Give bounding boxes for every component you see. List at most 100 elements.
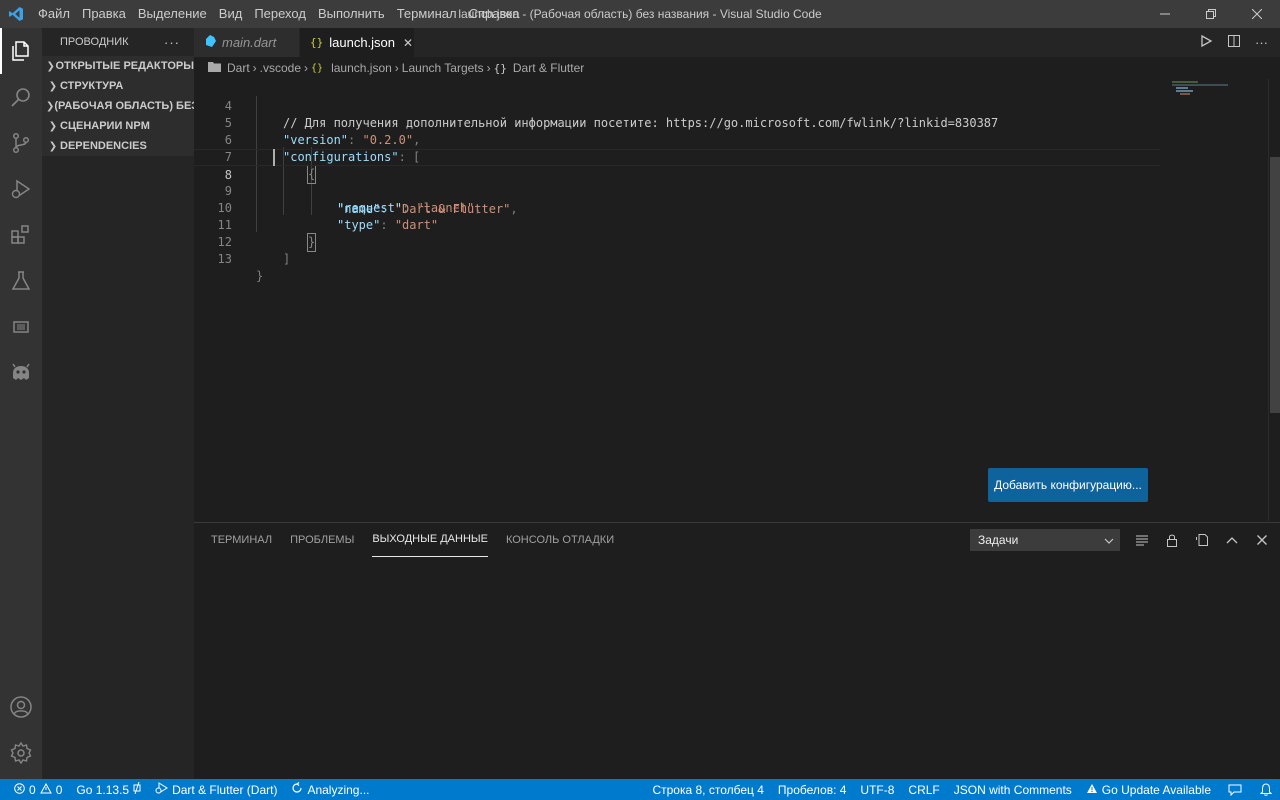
clear-output-icon[interactable] xyxy=(1134,532,1150,548)
object-symbol-icon: {} xyxy=(493,61,507,75)
menu-help[interactable]: Справка xyxy=(463,0,526,28)
notifications-bell-icon[interactable] xyxy=(1252,783,1280,796)
indentation[interactable]: Пробелов: 4 xyxy=(771,783,854,797)
section-dependencies[interactable]: ❯ DEPENDENCIES xyxy=(42,136,194,156)
explorer-sidebar: ПРОВОДНИК ··· ❯ ОТКРЫТЫЕ РЕДАКТОРЫ ❯ СТР… xyxy=(42,28,194,779)
explorer-header: ПРОВОДНИК ··· xyxy=(42,28,194,56)
search-icon[interactable] xyxy=(0,74,42,120)
code-editor[interactable]: 4 // Для получения дополнительной информ… xyxy=(194,79,1280,521)
go-version[interactable]: Go 1.13.5 xyxy=(69,781,148,797)
section-outline[interactable]: ❯ СТРУКТУРА xyxy=(42,76,194,96)
code-line: 4 // Для получения дополнительной информ… xyxy=(194,81,1160,130)
menu-terminal[interactable]: Терминал xyxy=(391,0,463,28)
tab-launch-json[interactable]: {} launch.json ✕ xyxy=(300,28,414,57)
chevron-right-icon: ❯ xyxy=(46,60,55,72)
minimap[interactable] xyxy=(1168,79,1268,521)
tab-terminal[interactable]: ТЕРМИНАЛ xyxy=(211,523,272,557)
error-icon xyxy=(14,782,25,797)
remote-bot-icon[interactable] xyxy=(0,350,42,396)
json-icon: {} xyxy=(310,36,324,49)
debug-config[interactable]: Dart & Flutter (Dart) xyxy=(148,782,284,797)
menu-go[interactable]: Переход xyxy=(248,0,312,28)
explorer-icon[interactable] xyxy=(0,28,42,74)
folder-icon xyxy=(208,61,221,75)
section-label: СЦЕНАРИИ NPM xyxy=(60,120,150,132)
account-icon[interactable] xyxy=(0,684,42,730)
scrollbar-thumb[interactable] xyxy=(1270,157,1280,413)
section-open-editors[interactable]: ❯ ОТКРЫТЫЕ РЕДАКТОРЫ xyxy=(42,56,194,76)
tab-debug-console[interactable]: КОНСОЛЬ ОТЛАДКИ xyxy=(506,523,614,557)
tab-problems[interactable]: ПРОБЛЕМЫ xyxy=(290,523,354,557)
output-list-icon[interactable] xyxy=(0,304,42,350)
lock-scroll-icon[interactable] xyxy=(1164,532,1180,548)
menu-file[interactable]: Файл xyxy=(32,0,76,28)
dart-icon xyxy=(204,35,216,50)
code-line: 5 "version": "0.2.0", xyxy=(194,98,1160,147)
tab-output[interactable]: ВЫХОДНЫЕ ДАННЫЕ xyxy=(372,523,488,557)
breadcrumb-item[interactable]: Launch Targets xyxy=(402,61,484,75)
close-tab-icon[interactable]: ✕ xyxy=(403,36,413,50)
breadcrumb-separator-icon: › xyxy=(304,61,309,75)
json-file-icon: {} xyxy=(311,62,324,74)
line-number: 13 xyxy=(217,252,232,266)
breadcrumb-item[interactable]: Dart xyxy=(227,61,250,75)
title-bar: Файл Правка Выделение Вид Переход Выполн… xyxy=(0,0,1280,28)
warning-icon xyxy=(39,782,52,797)
close-window-icon[interactable] xyxy=(1234,0,1280,28)
more-actions-icon[interactable]: ··· xyxy=(164,35,180,50)
panel-actions xyxy=(1134,523,1270,557)
code-line: 9 "request": "launch", xyxy=(194,166,1160,215)
breadcrumb-item[interactable]: .vscode xyxy=(260,61,301,75)
code-line: 7 { xyxy=(194,132,1160,184)
go-config-icon xyxy=(133,781,141,797)
editor-scrollbar[interactable] xyxy=(1268,79,1280,521)
add-configuration-button[interactable]: Добавить конфигурацию... xyxy=(988,468,1148,502)
run-debug-icon[interactable] xyxy=(0,166,42,212)
analyzing-status: Analyzing... xyxy=(284,782,376,797)
problems-indicator[interactable]: 0 0 xyxy=(0,782,69,797)
split-editor-icon[interactable] xyxy=(1227,34,1241,51)
text-cursor xyxy=(273,149,275,166)
output-channel-select[interactable]: Задачи xyxy=(970,529,1120,551)
code-line-current: 8 "name": "Dart & Flutter", xyxy=(194,149,1160,216)
menu-view[interactable]: Вид xyxy=(213,0,249,28)
section-workspace[interactable]: ❯ (РАБОЧАЯ ОБЛАСТЬ) БЕЗ ... xyxy=(42,96,194,116)
settings-gear-icon[interactable] xyxy=(0,730,42,776)
section-npm-scripts[interactable]: ❯ СЦЕНАРИИ NPM xyxy=(42,116,194,136)
feedback-icon[interactable] xyxy=(1218,784,1252,796)
section-label: DEPENDENCIES xyxy=(60,140,147,152)
chevron-right-icon: ❯ xyxy=(48,140,58,152)
more-editor-actions-icon[interactable]: ··· xyxy=(1255,35,1268,50)
extensions-icon[interactable] xyxy=(0,212,42,258)
close-panel-icon[interactable] xyxy=(1254,532,1270,548)
testing-flask-icon[interactable] xyxy=(0,258,42,304)
chevron-right-icon: ❯ xyxy=(48,120,58,132)
go-update[interactable]: Go Update Available xyxy=(1079,783,1218,797)
code-line: 13 } xyxy=(194,234,1160,283)
run-file-icon[interactable] xyxy=(1199,34,1213,51)
breadcrumb-item[interactable]: launch.json xyxy=(331,61,392,75)
cursor-position[interactable]: Строка 8, столбец 4 xyxy=(645,783,770,797)
go-version-label: Go 1.13.5 xyxy=(76,782,130,797)
warning-count: 0 xyxy=(55,782,63,797)
minimize-icon[interactable] xyxy=(1142,0,1188,28)
code-line: 10 "type": "dart" xyxy=(194,183,1160,232)
open-log-file-icon[interactable] xyxy=(1194,532,1210,548)
menu-selection[interactable]: Выделение xyxy=(132,0,213,28)
language-mode[interactable]: JSON with Comments xyxy=(947,783,1079,797)
breadcrumb-separator-icon: › xyxy=(252,61,257,75)
chevron-right-icon: ❯ xyxy=(48,80,58,92)
maximize-panel-icon[interactable] xyxy=(1224,532,1240,548)
menu-edit[interactable]: Правка xyxy=(76,0,132,28)
breadcrumb-item[interactable]: Dart & Flutter xyxy=(513,61,584,75)
tab-label: launch.json xyxy=(329,35,396,50)
editor-tabs: main.dart {} launch.json ✕ ··· xyxy=(194,28,1280,57)
tab-main-dart[interactable]: main.dart xyxy=(194,28,300,57)
encoding[interactable]: UTF-8 xyxy=(853,783,901,797)
end-of-line[interactable]: CRLF xyxy=(901,783,946,797)
menu-run[interactable]: Выполнить xyxy=(312,0,391,28)
explorer-title: ПРОВОДНИК xyxy=(60,36,129,48)
vscode-logo-icon xyxy=(0,0,32,28)
restore-icon[interactable] xyxy=(1188,0,1234,28)
source-control-icon[interactable] xyxy=(0,120,42,166)
